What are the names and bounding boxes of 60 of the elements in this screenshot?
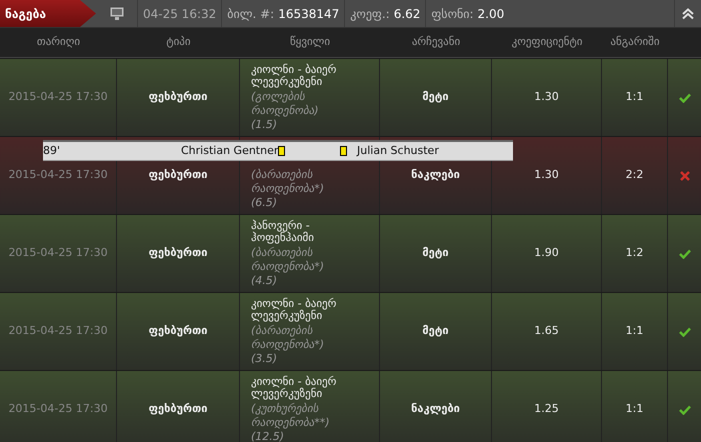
bet-tab[interactable]: ნაგება bbox=[0, 0, 96, 27]
coef-cell-text: 1.90 bbox=[534, 245, 559, 262]
score-cell-text: 1:2 bbox=[626, 245, 644, 262]
market-text: (გოლების რაოდენობა) bbox=[251, 90, 320, 118]
player-name: Christian Gentner bbox=[181, 142, 278, 159]
match-name: კიოლნი - ბაიერ ლევერკუზენი bbox=[251, 298, 338, 322]
column-header: კოეფიციენტი bbox=[512, 34, 582, 50]
date-cell-text: 2015-04-25 17:30 bbox=[8, 401, 108, 418]
coef-cell-text: 1.30 bbox=[534, 167, 559, 184]
choice-cell-text: ნაკლები bbox=[411, 167, 460, 184]
choice-cell-text: მეტი bbox=[422, 89, 449, 106]
line-text: (3.5) bbox=[251, 352, 278, 366]
card-icon bbox=[278, 146, 285, 156]
monitor-icon[interactable] bbox=[110, 7, 124, 20]
coef-cell-text: 1.30 bbox=[534, 89, 559, 106]
match-name: კიოლნი - ბაიერ ლევერკუზენი bbox=[251, 376, 338, 400]
column-header: ტიპი bbox=[166, 34, 191, 50]
ticket-number: 16538147 bbox=[278, 6, 340, 22]
line-text: (6.5) bbox=[251, 196, 278, 210]
date-cell-text: 2015-04-25 17:30 bbox=[8, 167, 108, 184]
choice-cell-text: ნაკლები bbox=[411, 401, 460, 418]
line-text: (1.5) bbox=[251, 118, 278, 132]
match-name: კიოლნი - ბაიერ ლევერკუზენი bbox=[251, 64, 338, 88]
sport-cell-text: ფეხბურთი bbox=[148, 89, 208, 106]
minute-text: 89' bbox=[43, 142, 62, 159]
coef-value: 6.62 bbox=[394, 6, 420, 22]
market-text: (ბარათების რაოდენობა*) bbox=[251, 246, 326, 274]
sport-cell-text: ფეხბურთი bbox=[148, 167, 208, 184]
score-cell-text: 1:1 bbox=[626, 89, 644, 106]
stake-label: ფსონი: bbox=[431, 6, 474, 22]
line-text: (12.5) bbox=[251, 430, 286, 442]
match-name: ჰანოვერი - ჰოფენჰაიმი bbox=[251, 220, 315, 244]
market-text: (ბარათების რაოდენობა*) bbox=[251, 168, 326, 196]
date-cell-text: 2015-04-25 17:30 bbox=[8, 245, 108, 262]
column-header: ანგარიში bbox=[610, 34, 660, 50]
score-cell-text: 1:1 bbox=[626, 323, 644, 340]
sport-cell-text: ფეხბურთი bbox=[148, 323, 208, 340]
score-cell-text: 2:2 bbox=[626, 167, 644, 184]
market-text: (კუთხურების რაოდენობა**) bbox=[251, 402, 331, 430]
market-text: (ბარათების რაოდენობა*) bbox=[251, 324, 326, 352]
card-icon bbox=[340, 146, 347, 156]
sport-cell-text: ფეხბურთი bbox=[148, 245, 208, 262]
column-header: თარიღი bbox=[36, 34, 80, 50]
player-name: Julian Schuster bbox=[357, 142, 439, 159]
coef-cell-text: 1.25 bbox=[534, 401, 559, 418]
collapse-icon[interactable] bbox=[682, 8, 694, 20]
date-cell-text: 2015-04-25 17:30 bbox=[8, 89, 108, 106]
line-text: (4.5) bbox=[251, 274, 278, 288]
column-header: არჩევანი bbox=[412, 34, 460, 50]
column-header: წყვილი bbox=[290, 34, 330, 50]
coef-label: კოეფ.: bbox=[350, 6, 390, 22]
coef-cell-text: 1.65 bbox=[534, 323, 559, 340]
date-cell-text: 2015-04-25 17:30 bbox=[8, 323, 108, 340]
score-cell-text: 1:1 bbox=[626, 401, 644, 418]
choice-cell-text: მეტი bbox=[422, 323, 449, 340]
choice-cell-text: მეტი bbox=[422, 245, 449, 262]
sport-cell-text: ფეხბურთი bbox=[148, 401, 208, 418]
ticket-label: ბილ. #: bbox=[227, 6, 274, 22]
time-text: 04-25 16:32 bbox=[143, 6, 216, 22]
stake-value: 2.00 bbox=[478, 6, 504, 22]
